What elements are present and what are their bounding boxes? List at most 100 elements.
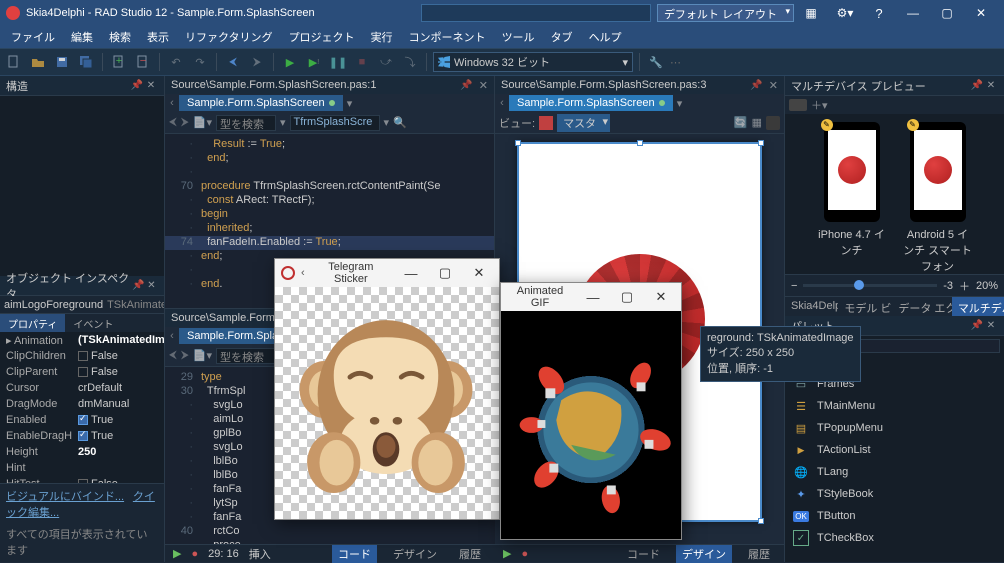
class-selector[interactable]: TfrmSplashScre	[290, 115, 380, 131]
property-row[interactable]: ClipChildrenFalse	[0, 348, 164, 364]
panel-pin-icon[interactable]: 📌	[132, 280, 145, 291]
minimize-button[interactable]: —	[579, 290, 607, 305]
bind-visually-link[interactable]: ビジュアルにバインド...	[6, 491, 124, 503]
zoom-out-icon[interactable]: −	[791, 280, 797, 292]
tab-dropdown-icon[interactable]: ▾	[343, 97, 357, 110]
window-minimize-button[interactable]: —	[896, 2, 930, 24]
add-device-icon[interactable]: ＋▾	[811, 97, 828, 113]
dark-icon[interactable]	[766, 116, 780, 130]
close-icon[interactable]: ✕	[769, 79, 778, 92]
palette-item[interactable]: 🌐TLang	[785, 461, 1004, 483]
zoom-slider[interactable]	[803, 284, 937, 287]
back-icon[interactable]: ‹	[301, 267, 305, 279]
selected-component-dropdown[interactable]: aimLogoForeground TSkAnimatedImag ▾	[0, 296, 164, 314]
panel-pin-icon[interactable]: 📌	[970, 80, 984, 91]
toolbar-forward-icon[interactable]: ⮞	[247, 52, 267, 72]
telegram-sticker-window[interactable]: ‹ Telegram Sticker — ▢ ✕	[274, 258, 500, 520]
toolbar-back-icon[interactable]: ⮜	[223, 52, 243, 72]
toolbar-build-icon[interactable]: 🔧	[646, 52, 666, 72]
footer-tab-history[interactable]: 履歴	[742, 545, 776, 563]
property-grid[interactable]: ▸ Animation(TSkAnimatedImage.TClipChildr…	[0, 332, 164, 483]
layout-dropdown[interactable]: デフォルト レイアウト	[657, 4, 794, 22]
palette-item[interactable]: ✓TCheckBox	[785, 527, 1004, 549]
close-button[interactable]: ✕	[647, 289, 675, 305]
toolbar-new-icon[interactable]	[4, 52, 24, 72]
property-row[interactable]: ▸ Animation(TSkAnimatedImage.T	[0, 332, 164, 348]
footer-tab-code[interactable]: コード	[332, 545, 377, 563]
property-row[interactable]: EnableDragHTrue	[0, 428, 164, 444]
property-row[interactable]: Height250	[0, 444, 164, 460]
toolbar-run-icon[interactable]: ▶	[280, 52, 300, 72]
file-tab[interactable]: Sample.Form.SplashScreen	[509, 95, 673, 111]
pin-icon[interactable]: 📌	[750, 80, 762, 91]
panel-close-icon[interactable]: ✕	[145, 280, 158, 291]
device-iphone[interactable]: ✎ iPhone 4.7 インチ	[817, 122, 887, 266]
window-close-button[interactable]: ✕	[964, 2, 998, 24]
toolbar-stop-icon[interactable]: ■	[352, 52, 372, 72]
palette-item[interactable]: ▤TPopupMenu	[785, 417, 1004, 439]
minimize-button[interactable]: —	[397, 266, 425, 281]
menu-edit[interactable]: 編集	[64, 26, 100, 48]
toolbar-step-over-icon[interactable]: ⤻	[376, 52, 396, 72]
toolbar-open-icon[interactable]	[28, 52, 48, 72]
window-maximize-button[interactable]: ▢	[930, 2, 964, 24]
footer-tab-history[interactable]: 履歴	[453, 545, 487, 563]
platform-dropdown[interactable]: Windows 32 ビット▾	[433, 52, 633, 72]
editor1-tab[interactable]: Source\Sample.Form.SplashScreen.pas:1 📌 …	[165, 76, 494, 94]
toolbar-remove-file-icon[interactable]: −	[133, 52, 153, 72]
menu-project[interactable]: プロジェクト	[282, 26, 362, 48]
panel-pin-icon[interactable]: 📌	[970, 320, 984, 331]
menu-refactor[interactable]: リファクタリング	[178, 26, 280, 48]
toolbar-run-nodebug-icon[interactable]: ▶!	[304, 52, 324, 72]
tab-properties[interactable]: プロパティ	[0, 314, 65, 332]
property-row[interactable]: ClipParentFalse	[0, 364, 164, 380]
tab-prev-icon[interactable]: ‹	[165, 97, 179, 109]
rotate-icon[interactable]: 🔄	[734, 116, 748, 129]
nav-fwd-icon[interactable]: ⮞	[181, 116, 189, 129]
menu-view[interactable]: 表示	[140, 26, 176, 48]
tab-events[interactable]: イベント	[65, 314, 121, 332]
toolbar-saveall-icon[interactable]	[76, 52, 96, 72]
designer-tab[interactable]: Source\Sample.Form.SplashScreen.pas:3 📌 …	[495, 76, 784, 94]
property-row[interactable]: HitTestFalse	[0, 476, 164, 483]
property-row[interactable]: DragModedmManual	[0, 396, 164, 412]
toolbar-step-into-icon[interactable]: ⤵	[400, 52, 420, 72]
panel-close-icon[interactable]: ✕	[984, 80, 998, 91]
file-tab[interactable]: Sample.Form.SplashScreen	[179, 95, 343, 111]
device-filter-icon[interactable]	[789, 99, 807, 111]
maximize-button[interactable]: ▢	[613, 289, 641, 305]
footer-tab-design[interactable]: デザイン	[387, 545, 443, 563]
panel-close-icon[interactable]: ✕	[984, 320, 998, 331]
nav-back-icon[interactable]: ⮜	[169, 116, 177, 129]
menu-search[interactable]: 検索	[102, 26, 138, 48]
device-android[interactable]: ✎ Android 5 インチ スマートフォン	[903, 122, 973, 266]
toolbar-undo-icon[interactable]: ↶	[166, 52, 186, 72]
toolbar-redo-icon[interactable]: ↷	[190, 52, 210, 72]
menu-tabs[interactable]: タブ	[544, 26, 580, 48]
structure-tree[interactable]	[0, 96, 164, 276]
menu-tools[interactable]: ツール	[495, 26, 542, 48]
menu-run[interactable]: 実行	[364, 26, 400, 48]
menu-component[interactable]: コンポーネント	[402, 26, 493, 48]
subtab-multidevice[interactable]: マルチデバイ	[952, 297, 1004, 316]
property-row[interactable]: CursorcrDefault	[0, 380, 164, 396]
property-row[interactable]: EnabledTrue	[0, 412, 164, 428]
subtab-data[interactable]: データ エクス...	[892, 297, 951, 316]
footer-tab-code[interactable]: コード	[621, 545, 666, 563]
footer-tab-design[interactable]: デザイン	[676, 545, 732, 563]
search-icon[interactable]: 🔍	[393, 116, 407, 129]
ide-search-input[interactable]	[421, 4, 651, 22]
type-search-input[interactable]: 型を検索	[216, 348, 276, 364]
layout-grid-icon[interactable]: ▦	[794, 2, 828, 24]
maximize-button[interactable]: ▢	[431, 265, 459, 281]
panel-pin-icon[interactable]: 📌	[130, 80, 144, 91]
animated-gif-window[interactable]: Animated GIF — ▢ ✕	[500, 282, 682, 540]
help-icon[interactable]: ?	[862, 2, 896, 24]
pin-icon[interactable]: 📌	[460, 80, 472, 91]
grid-icon[interactable]: ▦	[752, 116, 762, 129]
close-icon[interactable]: ✕	[479, 79, 488, 92]
subtab-project[interactable]: Skia4Delphi...	[785, 297, 838, 316]
property-row[interactable]: Hint	[0, 460, 164, 476]
palette-item[interactable]: OKTButton	[785, 505, 1004, 527]
zoom-in-icon[interactable]: ＋	[959, 278, 970, 294]
